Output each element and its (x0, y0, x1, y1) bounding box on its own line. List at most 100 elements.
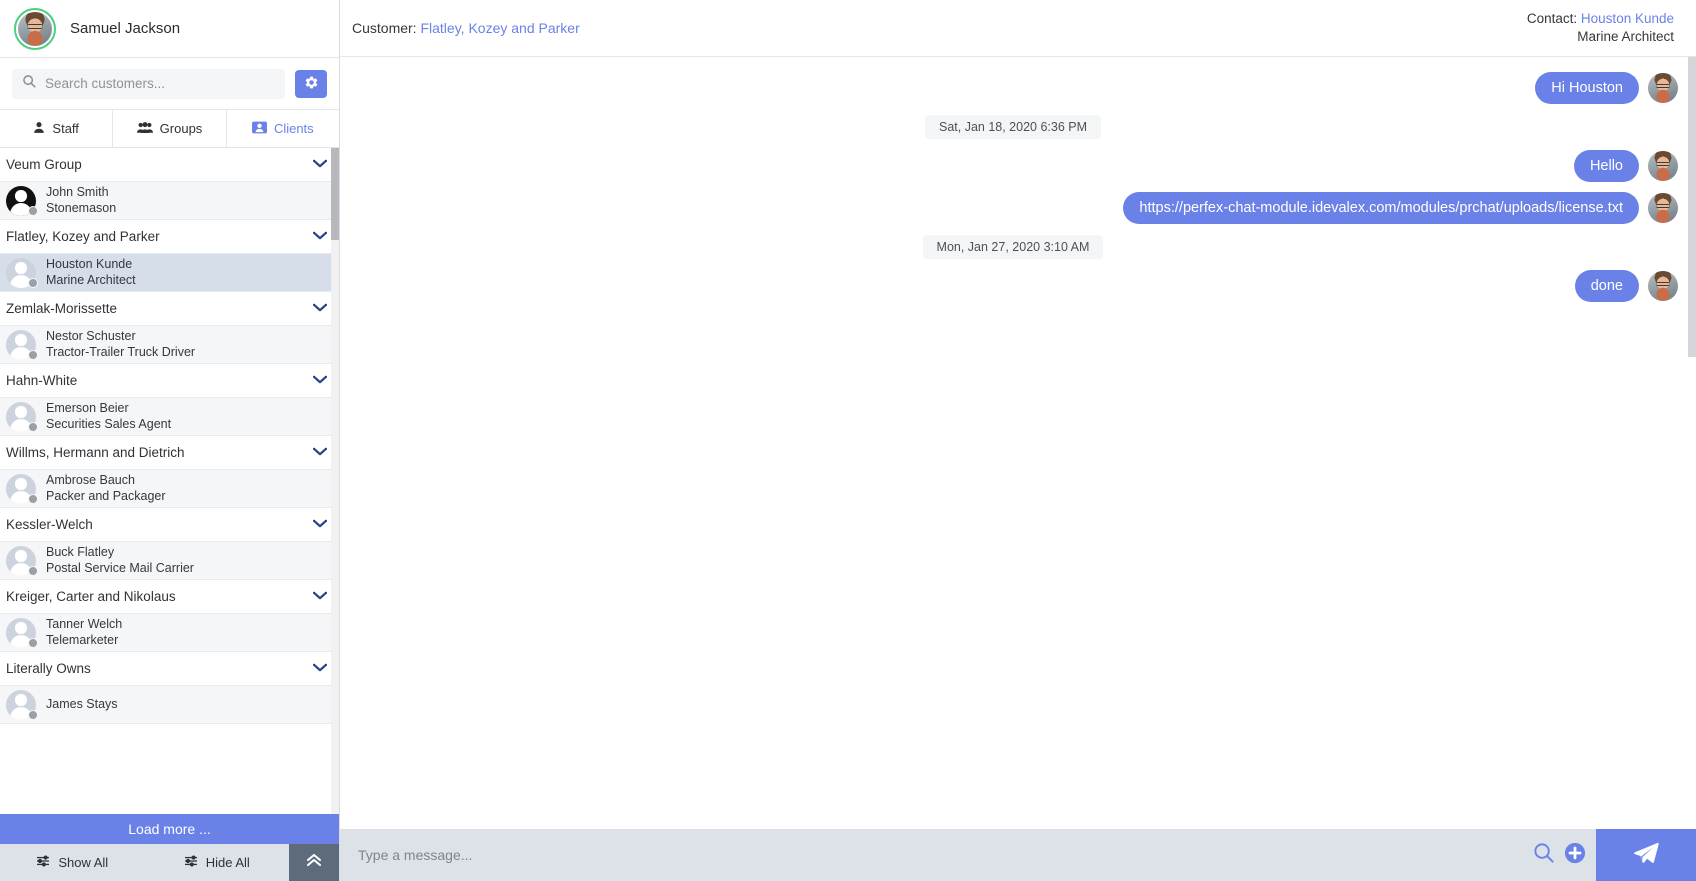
contact-info: Contact: Houston Kunde Marine Architect (1527, 10, 1674, 46)
load-more-button[interactable]: Load more ... (0, 814, 339, 844)
show-all-label: Show All (58, 855, 109, 870)
tab-staff-label: Staff (52, 121, 79, 136)
list-item[interactable]: Ambrose Bauch Packer and Packager (0, 470, 339, 508)
date-pill-label: Sat, Jan 18, 2020 6:36 PM (924, 115, 1102, 139)
list-item-info: Buck Flatley Postal Service Mail Carrier (46, 545, 194, 576)
message-list[interactable]: Hi Houston Sat, Jan 18, 2020 6:36 PM Hello… (340, 57, 1696, 829)
group-label: Kreiger, Carter and Nikolaus (6, 589, 176, 604)
list-item-role: Marine Architect (46, 272, 136, 287)
gear-icon (304, 75, 319, 93)
sidebar-scrollbar-thumb[interactable] (331, 148, 339, 240)
tab-staff[interactable]: Staff (0, 110, 114, 147)
message-input[interactable] (340, 829, 1532, 881)
current-user-name: Samuel Jackson (70, 20, 181, 37)
avatar (6, 617, 38, 648)
tab-clients[interactable]: Clients (226, 110, 339, 147)
chat-scrollbar[interactable] (1688, 57, 1696, 829)
plus-circle-icon (1564, 842, 1586, 869)
chevron-down-icon[interactable] (312, 591, 328, 603)
date-separator: Mon, Jan 27, 2020 3:10 AM (340, 229, 1686, 265)
avatar (6, 185, 38, 216)
group-row[interactable]: Kreiger, Carter and Nikolaus (0, 580, 339, 614)
chevron-down-icon[interactable] (312, 303, 328, 315)
contact-name-link[interactable]: Houston Kunde (1581, 11, 1674, 26)
contact-prefix-label: Contact: (1526, 10, 1578, 26)
customer-list[interactable]: Veum Group John Smith Stonemason Flatley, K… (0, 148, 339, 814)
user-icon (33, 121, 45, 137)
send-button[interactable] (1596, 829, 1696, 881)
tab-groups-label: Groups (159, 121, 203, 136)
customer-name-link[interactable]: Flatley, Kozey and Parker (420, 20, 579, 36)
message-bubble[interactable]: Hi Houston (1535, 72, 1639, 104)
customer-breadcrumb: Customer: Flatley, Kozey and Parker (352, 20, 580, 36)
list-item[interactable]: Buck Flatley Postal Service Mail Carrier (0, 542, 339, 580)
list-item-info: Houston Kunde Marine Architect (46, 257, 136, 288)
list-item[interactable]: John Smith Stonemason (0, 182, 339, 220)
sliders-icon (36, 855, 50, 870)
avatar (6, 689, 38, 720)
search-box[interactable] (12, 68, 285, 99)
search-messages-button[interactable] (1532, 841, 1555, 869)
message-bubble[interactable]: https://perfex-chat-module.idevalex.com/… (1123, 192, 1639, 224)
group-row[interactable]: Veum Group (0, 148, 339, 182)
chevron-down-icon[interactable] (312, 231, 328, 243)
list-item[interactable]: Tanner Welch Telemarketer (0, 614, 339, 652)
avatar (14, 7, 56, 50)
show-all-button[interactable]: Show All (0, 844, 145, 881)
group-row[interactable]: Hahn-White (0, 364, 339, 398)
attach-button[interactable] (1564, 842, 1586, 869)
chevron-down-icon[interactable] (312, 447, 328, 459)
user-photo-avatar-icon (18, 11, 52, 46)
avatar (6, 329, 38, 360)
sidebar-scrollbar[interactable] (331, 148, 339, 814)
group-row[interactable]: Zemlak-Morissette (0, 292, 339, 326)
list-item[interactable]: Houston Kunde Marine Architect (0, 254, 339, 292)
list-item-name: Nestor Schuster (46, 328, 136, 343)
chat-header: Customer: Flatley, Kozey and Parker Cont… (340, 0, 1696, 57)
chat-scrollbar-thumb[interactable] (1688, 57, 1696, 357)
group-row[interactable]: Flatley, Kozey and Parker (0, 220, 339, 254)
group-row[interactable]: Literally Owns (0, 652, 339, 686)
avatar (1648, 73, 1678, 103)
sidebar-footer: Show All Hide All (0, 844, 339, 881)
composer-icons (1532, 829, 1596, 881)
group-label: Literally Owns (6, 661, 91, 676)
collapse-panel-button[interactable] (289, 844, 339, 881)
search-icon (22, 74, 36, 93)
group-row[interactable]: Willms, Hermann and Dietrich (0, 436, 339, 470)
list-item-name: Tanner Welch (46, 616, 123, 631)
chevron-down-icon[interactable] (312, 375, 328, 387)
list-item-name: John Smith (46, 184, 109, 199)
list-item[interactable]: Nestor Schuster Tractor-Trailer Truck Dri… (0, 326, 339, 364)
status-dot (28, 277, 38, 288)
avatar (1648, 151, 1678, 181)
avatar (6, 545, 38, 576)
list-item-info: John Smith Stonemason (46, 185, 116, 216)
tab-groups[interactable]: Groups (113, 110, 227, 147)
message-row: Hi Houston (340, 67, 1686, 109)
search-input[interactable] (45, 76, 275, 91)
search-icon (1532, 841, 1555, 869)
date-separator: Sat, Jan 18, 2020 6:36 PM (340, 109, 1686, 145)
settings-button[interactable] (295, 69, 327, 98)
status-dot (28, 637, 38, 648)
date-pill-label: Mon, Jan 27, 2020 3:10 AM (922, 235, 1104, 259)
chevron-down-icon[interactable] (312, 519, 328, 531)
hide-all-button[interactable]: Hide All (145, 844, 290, 881)
list-item[interactable]: James Stays (0, 686, 339, 724)
list-item-info: Emerson Beier Securities Sales Agent (46, 401, 171, 432)
chevron-down-icon[interactable] (312, 159, 328, 171)
message-bubble[interactable]: Hello (1573, 150, 1639, 182)
list-item-name: Emerson Beier (46, 400, 129, 415)
chevron-down-icon[interactable] (312, 663, 328, 675)
sliders-icon (184, 855, 198, 870)
status-dot (28, 205, 38, 216)
users-group-icon (136, 121, 153, 137)
group-label: Hahn-White (6, 373, 78, 388)
list-item[interactable]: Emerson Beier Securities Sales Agent (0, 398, 339, 436)
contact-role: Marine Architect (1577, 29, 1674, 44)
tab-clients-label: Clients (273, 121, 314, 136)
message-bubble[interactable]: done (1574, 270, 1639, 302)
avatar (1648, 271, 1678, 301)
group-row[interactable]: Kessler-Welch (0, 508, 339, 542)
